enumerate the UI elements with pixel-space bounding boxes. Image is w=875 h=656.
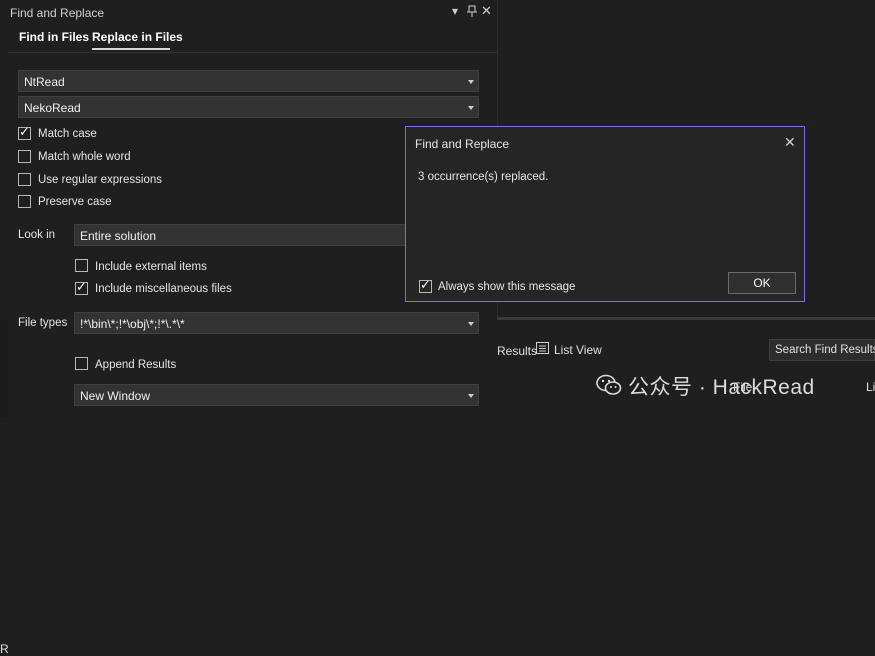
close-icon[interactable]: ✕: [784, 134, 796, 151]
results-tab-fragment[interactable]: Results: [497, 344, 537, 358]
output-window-value: New Window: [80, 389, 151, 403]
list-view-button[interactable]: List View: [554, 343, 602, 357]
watermark-text: 公众号 · HackRead: [628, 376, 815, 399]
dialog-title: Find and Replace: [415, 137, 510, 151]
look-in-select[interactable]: Entire solution: [74, 224, 414, 246]
match-case-label: Match case: [38, 128, 97, 140]
replace-value: NekoRead: [24, 101, 81, 115]
left-edge-strip: R: [0, 320, 9, 656]
pin-icon[interactable]: [467, 5, 477, 19]
preserve-case-checkbox[interactable]: [18, 195, 31, 208]
panel-title: Find and Replace: [10, 6, 105, 20]
search-find-results-input[interactable]: Search Find Results: [769, 339, 875, 361]
include-external-label: Include external items: [95, 261, 207, 273]
regex-checkbox[interactable]: [18, 173, 31, 186]
chevron-down-icon[interactable]: [468, 322, 474, 326]
tab-find-in-files[interactable]: Find in Files: [19, 30, 89, 44]
replace-input[interactable]: NekoRead: [18, 96, 479, 118]
append-results-checkbox[interactable]: [75, 357, 88, 370]
match-case-checkbox[interactable]: [18, 125, 31, 140]
chevron-down-icon[interactable]: [468, 106, 474, 110]
look-in-label: Look in: [18, 229, 56, 241]
wechat-icon: [596, 374, 622, 402]
always-show-checkbox[interactable]: [419, 278, 432, 293]
edge-fragment-right: Li: [866, 380, 875, 394]
find-input[interactable]: NtRead: [18, 70, 479, 92]
include-misc-label: Include miscellaneous files: [95, 283, 232, 295]
chevron-down-icon[interactable]: [468, 394, 474, 398]
file-types-input[interactable]: !*\bin\*;!*\obj\*;!*\.*\*: [74, 312, 479, 334]
dropdown-icon[interactable]: ▾: [452, 5, 458, 17]
regex-label: Use regular expressions: [38, 174, 163, 186]
match-whole-word-checkbox[interactable]: [18, 150, 31, 163]
file-types-label: File types: [18, 317, 68, 329]
output-window-select[interactable]: New Window: [74, 384, 479, 406]
watermark: 公众号 · HackRead: [596, 371, 815, 402]
tab-divider: [8, 52, 497, 53]
tab-replace-in-files[interactable]: Replace in Files: [92, 30, 183, 44]
list-view-icon: [536, 342, 549, 357]
edge-fragment-left: R: [0, 642, 9, 656]
close-icon[interactable]: ✕: [481, 4, 492, 17]
search-find-results-placeholder: Search Find Results: [775, 344, 875, 356]
always-show-label: Always show this message: [438, 281, 576, 293]
find-value: NtRead: [24, 75, 65, 89]
include-external-checkbox[interactable]: [75, 259, 88, 272]
dialog-message: 3 occurrence(s) replaced.: [418, 171, 549, 183]
active-tab-indicator: [92, 48, 170, 50]
panel-titlebar: Find and Replace ▾ ✕: [0, 0, 497, 24]
match-whole-word-label: Match whole word: [38, 151, 131, 163]
include-misc-checkbox[interactable]: [75, 280, 88, 295]
ok-button[interactable]: OK: [728, 272, 796, 294]
find-results-area: [497, 320, 875, 418]
append-results-label: Append Results: [95, 359, 177, 371]
file-types-value: !*\bin\*;!*\obj\*;!*\.*\*: [80, 317, 185, 331]
look-in-value: Entire solution: [80, 229, 157, 243]
preserve-case-label: Preserve case: [38, 196, 112, 208]
find-replace-dialog: Find and Replace ✕ 3 occurrence(s) repla…: [405, 126, 805, 302]
chevron-down-icon[interactable]: [468, 80, 474, 84]
